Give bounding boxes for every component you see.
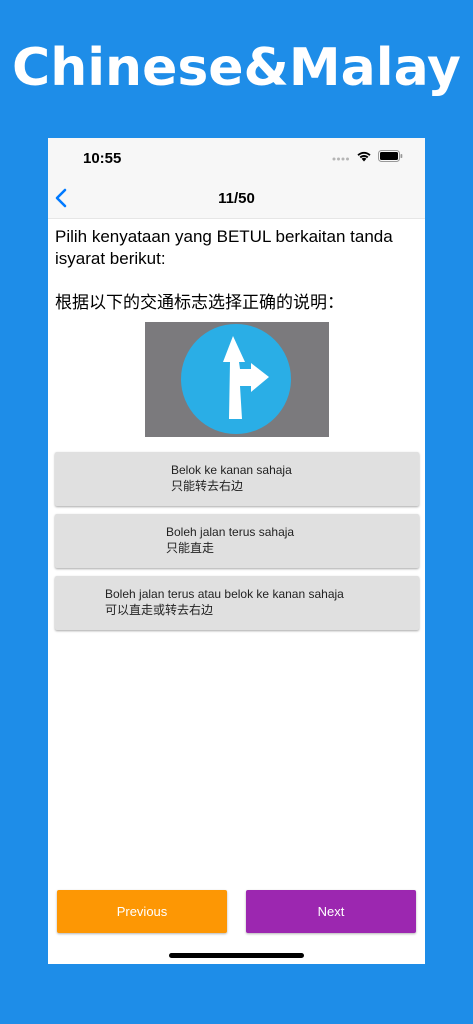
- banner-title: Chinese&Malay: [12, 38, 461, 98]
- option-malay: Boleh jalan terus sahaja: [166, 525, 295, 539]
- status-icons: [332, 149, 403, 167]
- answer-option-3[interactable]: Boleh jalan terus atau belok ke kanan sa…: [55, 576, 419, 630]
- option-chinese: 可以直走或转去右边: [105, 603, 214, 617]
- battery-icon: [378, 149, 403, 167]
- question-progress: 11/50: [218, 190, 255, 207]
- status-bar: 10:55: [48, 138, 425, 178]
- next-button[interactable]: Next: [246, 890, 416, 933]
- option-chinese: 只能转去右边: [171, 479, 244, 493]
- straight-or-right-arrow-sign-icon: [145, 322, 329, 437]
- option-malay: Boleh jalan terus atau belok ke kanan sa…: [105, 587, 344, 601]
- signal-icon: [332, 149, 350, 167]
- previous-button[interactable]: Previous: [57, 890, 227, 933]
- option-malay: Belok ke kanan sahaja: [171, 463, 292, 477]
- traffic-sign-image: [145, 322, 329, 437]
- wifi-icon: [356, 149, 372, 167]
- question-malay: Pilih kenyataan yang BETUL berkaitan tan…: [55, 227, 393, 268]
- option-chinese: 只能直走: [166, 541, 215, 555]
- status-time: 10:55: [83, 150, 122, 167]
- navigation-bar: 11/50: [48, 178, 425, 219]
- answer-option-1[interactable]: Belok ke kanan sahaja 只能转去右边: [55, 452, 419, 506]
- question-text: Pilih kenyataan yang BETUL berkaitan tan…: [55, 226, 417, 314]
- question-chinese: 根据以下的交通标志选择正确的说明：: [55, 293, 344, 312]
- answer-option-2[interactable]: Boleh jalan terus sahaja 只能直走: [55, 514, 419, 568]
- phone-screen: 10:55 11/50 Pilih kenyataan yang BETUL b…: [48, 138, 425, 964]
- home-indicator: [169, 953, 304, 958]
